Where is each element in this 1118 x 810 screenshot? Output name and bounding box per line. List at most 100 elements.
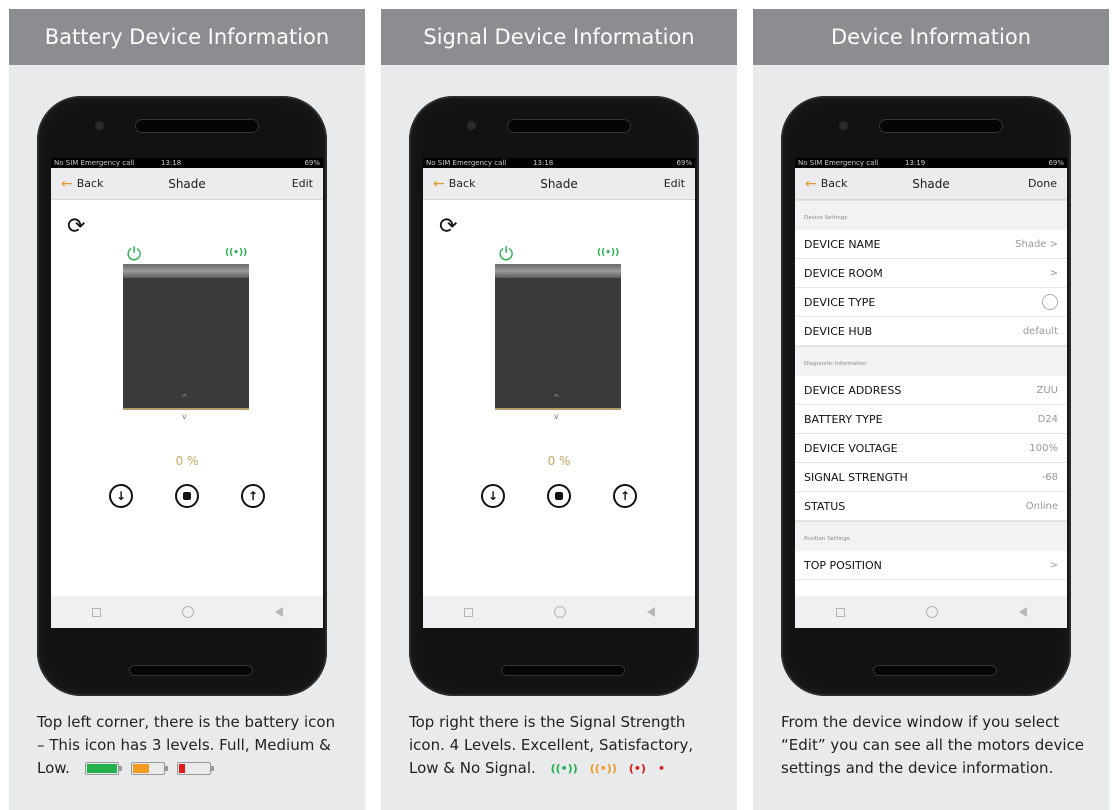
row-device-hub[interactable]: DEVICE HUB default xyxy=(795,317,1067,346)
shade-stop-button[interactable] xyxy=(547,484,571,508)
shade-up-button[interactable]: ↑ xyxy=(241,484,265,508)
row-signal-strength: SIGNAL STRENGTH -68 xyxy=(795,463,1067,492)
phone-screen: No SIM Emergency call 13:18 69% ← Back Sh… xyxy=(423,158,695,628)
front-sensor xyxy=(95,121,104,130)
device-type-icon xyxy=(1042,294,1058,310)
phone-bottom-speaker xyxy=(873,665,997,676)
system-nav-bar xyxy=(51,596,323,628)
status-time: 13:18 xyxy=(533,159,554,167)
back-nav-icon[interactable] xyxy=(274,607,283,617)
home-icon[interactable] xyxy=(925,606,938,618)
panel-header: Device Information xyxy=(753,9,1109,65)
row-device-type[interactable]: DEVICE TYPE xyxy=(795,288,1067,317)
sync-icon[interactable]: ⟳ xyxy=(67,214,85,239)
back-nav-icon[interactable] xyxy=(1018,607,1027,617)
system-nav-bar xyxy=(423,596,695,628)
shade-up-button[interactable]: ↑ xyxy=(613,484,637,508)
back-label: Back xyxy=(448,177,476,190)
full-battery-icon xyxy=(84,762,122,775)
caption: Top right there is the Signal Strength i… xyxy=(409,711,715,780)
signal-satisfactory-icon: ((•)) xyxy=(589,762,617,775)
caption: From the device window if you select “Ed… xyxy=(781,711,1087,780)
edit-button[interactable]: Edit xyxy=(664,177,685,190)
home-icon[interactable] xyxy=(181,606,194,618)
shade-down-button[interactable]: ↓ xyxy=(481,484,505,508)
row-device-room[interactable]: DEVICE ROOM > xyxy=(795,259,1067,288)
phone-screen: No SIM Emergency call 13:18 69% ← Back Sh… xyxy=(51,158,323,628)
front-sensor xyxy=(467,121,476,130)
edit-button[interactable]: Edit xyxy=(292,177,313,190)
recent-apps-icon[interactable] xyxy=(463,607,473,617)
phone-bottom-speaker xyxy=(501,665,625,676)
row-top-position[interactable]: TOP POSITION > xyxy=(795,551,1067,580)
row-label: DEVICE TYPE xyxy=(804,295,876,309)
sync-icon[interactable]: ⟳ xyxy=(439,214,457,239)
back-label: Back xyxy=(76,177,104,190)
shade-visual: ^ xyxy=(123,264,249,410)
signal-legend: ((•)) ((•)) (•) • xyxy=(551,757,665,780)
low-battery-icon xyxy=(176,762,214,775)
phone-bottom-speaker xyxy=(129,665,253,676)
back-arrow-icon: ← xyxy=(433,175,445,192)
row-label: STATUS xyxy=(804,499,846,513)
phone-mockup: No SIM Emergency call 13:19 69% ← Back Sh… xyxy=(781,96,1071,696)
section-position: Position Settings xyxy=(795,521,1067,551)
chevron-down-icon: v xyxy=(554,412,559,421)
back-button[interactable]: ← Back xyxy=(805,176,847,192)
shade-visual: ^ xyxy=(495,264,621,410)
shade-roller xyxy=(495,264,621,278)
row-value: Online xyxy=(1025,500,1058,512)
section-diagnostic: Diagnostic Information xyxy=(795,346,1067,376)
stop-icon xyxy=(555,492,563,500)
device-info-panel: Device Information No SIM Emergency call… xyxy=(753,9,1109,810)
back-button[interactable]: ← Back xyxy=(433,176,475,192)
battery-legend xyxy=(84,762,223,775)
recent-apps-icon[interactable] xyxy=(91,607,101,617)
caption-text: From the device window if you select “Ed… xyxy=(781,713,1084,777)
row-device-voltage: DEVICE VOLTAGE 100% xyxy=(795,434,1067,463)
power-icon[interactable]: ⏻ xyxy=(499,244,513,265)
status-bar: No SIM Emergency call 13:19 69% xyxy=(795,158,1067,168)
nav-bar: ← Back Shade Done xyxy=(795,168,1067,200)
system-nav-bar xyxy=(795,596,1067,628)
nav-bar: ← Back Shade Edit xyxy=(51,168,323,200)
row-value: Shade > xyxy=(1015,238,1058,250)
caption: Top left corner, there is the battery ic… xyxy=(37,711,343,780)
row-status: STATUS Online xyxy=(795,492,1067,521)
back-label: Back xyxy=(820,177,848,190)
row-value: default xyxy=(1022,325,1058,337)
status-carrier: No SIM Emergency call xyxy=(798,159,879,167)
earpiece xyxy=(135,119,259,133)
shade-sill xyxy=(123,408,249,410)
row-label: DEVICE NAME xyxy=(804,237,881,251)
back-nav-icon[interactable] xyxy=(646,607,655,617)
status-time: 13:18 xyxy=(161,159,182,167)
home-icon[interactable] xyxy=(553,606,566,618)
panel-header: Battery Device Information xyxy=(9,9,365,65)
status-battery: 69% xyxy=(1048,159,1064,167)
shade-down-button[interactable]: ↓ xyxy=(109,484,133,508)
back-arrow-icon: ← xyxy=(61,175,73,192)
position-percent: 0 % xyxy=(547,454,571,468)
phone-screen: No SIM Emergency call 13:19 69% ← Back Sh… xyxy=(795,158,1067,628)
back-button[interactable]: ← Back xyxy=(61,176,103,192)
status-bar: No SIM Emergency call 13:18 69% xyxy=(423,158,695,168)
battery-info-panel: Battery Device Information No SIM Emerge… xyxy=(9,9,365,810)
position-percent: 0 % xyxy=(175,454,199,468)
signal-low-icon: (•) xyxy=(628,762,646,775)
chevron-up-icon: ^ xyxy=(181,393,188,402)
medium-battery-icon xyxy=(130,762,168,775)
row-device-address: DEVICE ADDRESS ZUU xyxy=(795,376,1067,405)
section-device-settings: Device Settings xyxy=(795,200,1067,230)
row-label: SIGNAL STRENGTH xyxy=(804,470,908,484)
row-device-name[interactable]: DEVICE NAME Shade > xyxy=(795,230,1067,259)
shade-stop-button[interactable] xyxy=(175,484,199,508)
recent-apps-icon[interactable] xyxy=(835,607,845,617)
row-label: DEVICE VOLTAGE xyxy=(804,441,898,455)
front-sensor xyxy=(839,121,848,130)
back-arrow-icon: ← xyxy=(805,175,817,192)
done-button[interactable]: Done xyxy=(1028,177,1057,190)
power-icon[interactable]: ⏻ xyxy=(127,244,141,265)
status-battery: 69% xyxy=(304,159,320,167)
row-battery-type: BATTERY TYPE D24 xyxy=(795,405,1067,434)
